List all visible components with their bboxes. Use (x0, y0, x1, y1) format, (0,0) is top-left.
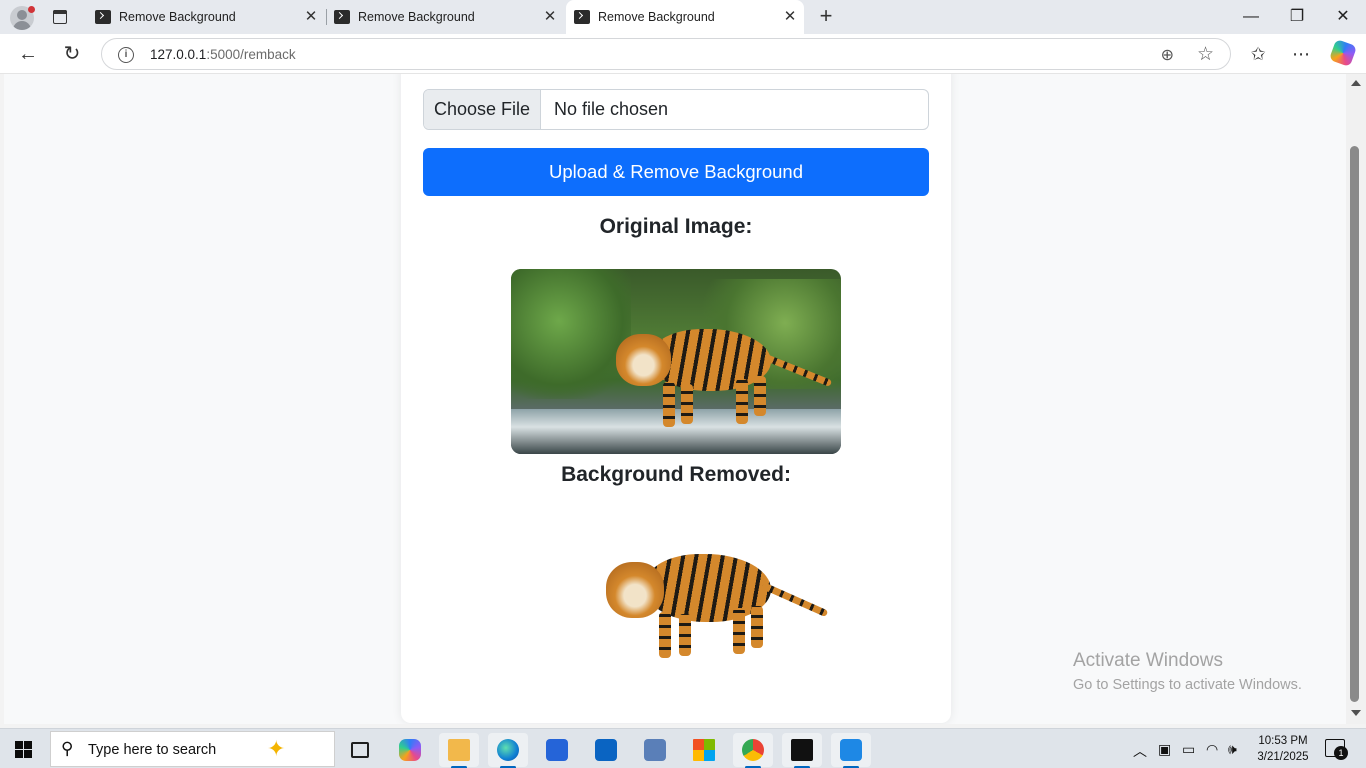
page-viewport: Choose File No file chosen Upload & Remo… (4, 74, 1346, 724)
file-explorer-icon[interactable] (439, 733, 479, 768)
tab-title: Remove Background (358, 10, 475, 24)
taskbar-search-input[interactable]: ⚲ Type here to search ✦ (50, 731, 335, 767)
copilot-taskbar-icon[interactable] (390, 733, 430, 767)
scroll-thumb[interactable] (1350, 146, 1359, 702)
terminal-icon[interactable] (782, 733, 822, 768)
meet-now-icon[interactable]: ▣ (1158, 741, 1171, 758)
vs-code-icon[interactable] (831, 733, 871, 768)
volume-icon[interactable]: 🕪 (1228, 741, 1237, 758)
battery-icon[interactable]: ▭ (1182, 741, 1195, 758)
browser-toolbar: ← ↻ i 127.0.0.1:5000/remback ⊕ ☆ ✩ ⋯ (0, 34, 1366, 74)
background-removed-tiger-image (591, 534, 841, 684)
notification-count-badge: 1 (1334, 746, 1348, 760)
taskbar-clock[interactable]: 10:53 PM 3/21/2025 (1254, 733, 1312, 765)
new-tab-icon[interactable]: + (814, 5, 838, 29)
microsoft-store-icon[interactable] (537, 733, 577, 767)
search-icon: ⚲ (61, 739, 74, 758)
profile-notification-dot (28, 6, 35, 13)
wifi-icon[interactable]: ◠ (1206, 741, 1218, 758)
tab-close-icon[interactable]: ✕ (542, 9, 558, 25)
tab-3-active[interactable]: Remove Background ✕ (566, 0, 804, 34)
restore-icon[interactable]: ❐ (1274, 0, 1320, 34)
page-scrollbar[interactable] (1346, 74, 1366, 724)
clock-date: 3/21/2025 (1257, 751, 1309, 763)
search-placeholder: Type here to search (88, 742, 217, 758)
original-image-heading: Original Image: (599, 215, 753, 238)
window-close-icon[interactable]: ✕ (1320, 0, 1366, 34)
background-removed-heading: Background Removed: (561, 463, 791, 486)
outlook-icon[interactable] (586, 733, 626, 767)
tab-1[interactable]: Remove Background ✕ (87, 4, 325, 30)
scroll-down-arrow-icon[interactable] (1351, 710, 1361, 716)
tab-close-icon[interactable]: ✕ (782, 9, 798, 25)
windows-taskbar: ⚲ Type here to search ✦ ︿ ▣ ▭ ◠ 🕪 10:53 … (0, 728, 1366, 768)
tray-overflow-chevron-icon[interactable]: ︿ (1133, 741, 1147, 761)
url-text[interactable]: 127.0.0.1:5000/remback (150, 47, 296, 62)
favorites-icon[interactable]: ✩ (1245, 41, 1271, 67)
terminal-favicon-icon (95, 10, 111, 24)
clock-time: 10:53 PM (1258, 735, 1308, 747)
tab-title: Remove Background (598, 10, 715, 24)
activate-windows-subtitle: Go to Settings to activate Windows. (1073, 677, 1302, 693)
tab-close-icon[interactable]: ✕ (303, 9, 319, 25)
file-status-text: No file chosen (554, 99, 669, 119)
address-bar[interactable]: i 127.0.0.1:5000/remback ⊕ ☆ (101, 38, 1231, 70)
zoom-icon[interactable]: ⊕ (1161, 45, 1174, 65)
refresh-icon[interactable]: ↻ (60, 42, 84, 66)
activate-windows-title: Activate Windows (1073, 650, 1223, 671)
chrome-icon[interactable] (733, 733, 773, 768)
back-arrow-icon[interactable]: ← (16, 42, 40, 66)
favorite-star-icon[interactable]: ☆ (1197, 43, 1214, 66)
windows-start-icon[interactable] (15, 741, 32, 758)
search-highlight-icon: ✦ (267, 736, 286, 761)
notification-center-icon[interactable]: 1 (1325, 739, 1348, 760)
upload-remove-background-button[interactable]: Upload & Remove Background (423, 148, 929, 196)
tab-strip: Remove Background ✕ Remove Background ✕ … (0, 0, 1366, 34)
windows-tiles-icon[interactable] (684, 733, 724, 767)
terminal-favicon-icon (334, 10, 350, 24)
choose-file-button[interactable]: Choose File (424, 90, 541, 129)
minimize-icon[interactable]: — (1228, 0, 1274, 34)
file-input[interactable]: Choose File No file chosen (423, 89, 929, 130)
tab-2[interactable]: Remove Background ✕ (326, 4, 564, 30)
task-view-icon[interactable] (340, 733, 380, 767)
site-info-icon[interactable]: i (118, 47, 134, 63)
tab-actions-icon[interactable] (50, 7, 70, 27)
terminal-favicon-icon (574, 10, 590, 24)
scroll-up-arrow-icon[interactable] (1351, 80, 1361, 86)
original-tiger-image (511, 269, 841, 454)
control-panel-icon[interactable] (635, 733, 675, 767)
upload-card: Choose File No file chosen Upload & Remo… (401, 74, 951, 723)
tab-title: Remove Background (119, 10, 236, 24)
more-options-icon[interactable]: ⋯ (1288, 41, 1314, 67)
edge-browser-icon[interactable] (488, 733, 528, 768)
